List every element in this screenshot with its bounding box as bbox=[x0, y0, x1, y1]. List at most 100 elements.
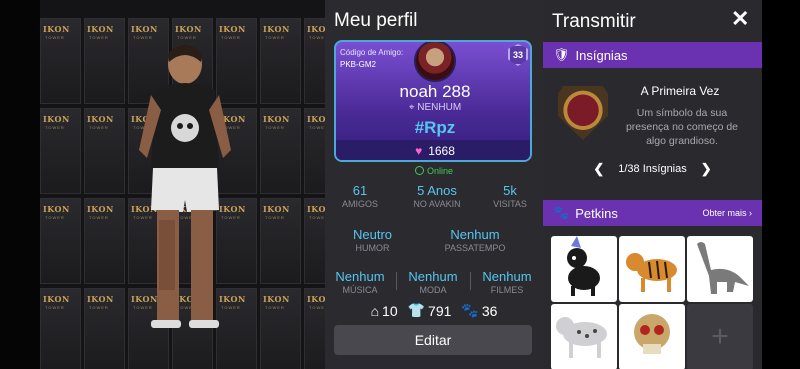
poster-brand: IKON bbox=[219, 24, 246, 34]
homes-count[interactable]: ⌂ 10 bbox=[371, 303, 398, 319]
fav-fashion: Nenhum MODA bbox=[403, 269, 463, 295]
friend-code-label: Código de Amigo: bbox=[340, 48, 404, 57]
poster-sub: TOWER bbox=[45, 215, 65, 220]
outfits-count[interactable]: 👕 791 bbox=[408, 302, 452, 319]
paw-icon: 🐾 bbox=[553, 205, 570, 220]
petkins-header-label: Petkins bbox=[575, 205, 618, 221]
badges-header-label: Insígnias bbox=[575, 47, 628, 63]
heart-icon: ♥ bbox=[415, 144, 423, 158]
divider bbox=[470, 272, 471, 290]
ikon-poster: IKONTOWER bbox=[40, 18, 81, 104]
ikon-poster: IKONTOWER bbox=[304, 198, 325, 284]
inventory-counts: ⌂ 10 👕 791 🐾 36 bbox=[325, 302, 543, 319]
poster-sub: TOWER bbox=[265, 215, 285, 220]
poster-sub: TOWER bbox=[89, 125, 109, 130]
ikon-poster: IKONTOWER bbox=[40, 108, 81, 194]
pet-tiger[interactable] bbox=[619, 236, 685, 302]
ikon-poster: IKONTOWER bbox=[84, 198, 125, 284]
dinosaur-icon bbox=[697, 242, 749, 294]
profile-photo[interactable] bbox=[414, 42, 456, 82]
stat-years-label: NO AVAKIN bbox=[413, 199, 461, 209]
online-status: Online bbox=[325, 166, 543, 176]
screen-edge bbox=[762, 0, 800, 369]
scene-edge bbox=[0, 0, 40, 369]
stat-friends[interactable]: 61 AMIGOS bbox=[330, 183, 390, 209]
poster-brand: IKON bbox=[43, 204, 70, 214]
poster-brand: IKON bbox=[263, 294, 290, 304]
snow-leopard-icon bbox=[556, 317, 607, 358]
poster-brand: IKON bbox=[307, 294, 325, 304]
poster-brand: IKON bbox=[87, 114, 114, 124]
poster-sub: TOWER bbox=[89, 215, 109, 220]
pet-skull[interactable] bbox=[619, 304, 685, 369]
stat-visits: 5k VISITAS bbox=[482, 183, 538, 209]
broadcast-title: Transmitir bbox=[552, 11, 636, 32]
paw-icon: 🐾 bbox=[461, 302, 479, 318]
poster-brand: IKON bbox=[87, 294, 114, 304]
ikon-poster: IKONTOWER bbox=[260, 198, 301, 284]
poster-brand: IKON bbox=[263, 114, 290, 124]
ikon-poster: IKONTOWER bbox=[84, 18, 125, 104]
poster-brand: IKON bbox=[307, 24, 325, 34]
mood-hobby: Nenhum PASSATEMPO bbox=[435, 227, 515, 253]
close-icon[interactable]: ✕ bbox=[731, 6, 749, 32]
fav-movies: Nenhum FILMES bbox=[477, 269, 537, 295]
hobby-value: Nenhum bbox=[450, 227, 500, 242]
pet-snow-leopard[interactable] bbox=[551, 304, 617, 369]
stat-visits-value: 5k bbox=[503, 183, 517, 198]
screen: IKON TOWER IKON TOWER IKON TOWER IKON TOWER IKON… bbox=[0, 0, 800, 369]
black-cat-icon bbox=[567, 236, 600, 296]
humor-label: HUMOR bbox=[355, 243, 390, 253]
pet-black-cat[interactable] bbox=[551, 236, 617, 302]
chevron-right-icon[interactable]: ❯ bbox=[701, 161, 712, 177]
avatar-figure[interactable] bbox=[135, 40, 235, 350]
music-value: Nenhum bbox=[335, 269, 385, 284]
hobby-label: PASSATEMPO bbox=[444, 243, 506, 253]
clock-icon bbox=[414, 166, 424, 175]
badge-pager-text: 1/38 Insígnias bbox=[618, 163, 687, 175]
poster-sub: TOWER bbox=[89, 35, 109, 40]
ikon-poster: IKONTOWER bbox=[84, 108, 125, 194]
skull-pet-icon bbox=[634, 314, 670, 354]
ikon-poster: IKONTOWER bbox=[260, 18, 301, 104]
house-icon: ⌂ bbox=[370, 302, 380, 319]
location-text: NENHUM bbox=[417, 102, 462, 113]
profile-location: ⌖ NENHUM bbox=[336, 102, 530, 113]
poster-brand: IKON bbox=[263, 204, 290, 214]
chevron-left-icon[interactable]: ❮ bbox=[593, 161, 604, 177]
plus-icon: + bbox=[711, 320, 729, 353]
badge-title: A Primeira Vez bbox=[640, 84, 720, 98]
stat-friends-value: 61 bbox=[352, 183, 368, 198]
pets-count[interactable]: 🐾 36 bbox=[461, 302, 497, 319]
ikon-poster: IKONTOWER bbox=[260, 288, 301, 369]
ikon-poster: IKONTOWER bbox=[304, 288, 325, 369]
ikon-poster: IKONTOWER bbox=[40, 198, 81, 284]
profile-name: noah 288 bbox=[399, 82, 471, 101]
poster-sub: TOWER bbox=[45, 35, 65, 40]
badge-description: Um símbolo da sua presença no começo de … bbox=[625, 107, 739, 147]
ikon-poster: IKONTOWER bbox=[40, 288, 81, 369]
homes-value: 10 bbox=[382, 302, 398, 319]
online-text: Online bbox=[426, 166, 453, 176]
stat-years-value: 5 Anos bbox=[417, 183, 457, 198]
edit-button[interactable]: Editar bbox=[334, 325, 532, 355]
pet-dinosaur[interactable] bbox=[687, 236, 753, 302]
tiger-icon bbox=[626, 253, 677, 292]
stat-visits-label: VISITAS bbox=[493, 199, 527, 209]
badge-pager: ❮ 1/38 Insígnias ❯ bbox=[543, 161, 762, 177]
humor-value: Neutro bbox=[352, 227, 393, 242]
poster-sub: TOWER bbox=[309, 125, 325, 130]
likes-bar: ♥ 1668 bbox=[336, 140, 530, 160]
avatar-scene[interactable]: IKON TOWER IKON TOWER IKON TOWER IKON TOWER IKON… bbox=[0, 0, 325, 369]
get-more-link[interactable]: Obter mais › bbox=[702, 208, 752, 218]
shield-icon: 🛡 bbox=[553, 47, 570, 62]
poster-brand: IKON bbox=[87, 24, 114, 34]
poster-brand: IKON bbox=[263, 24, 290, 34]
mood-humor: Neutro HUMOR bbox=[335, 227, 410, 253]
friend-code[interactable]: PKB-GM2 bbox=[340, 60, 376, 69]
add-pet-button[interactable]: + bbox=[687, 304, 753, 369]
location-pin-icon: ⌖ bbox=[408, 102, 415, 113]
stat-friends-label: AMIGOS bbox=[341, 199, 378, 209]
poster-brand: IKON bbox=[131, 24, 158, 34]
poster-brand: IKON bbox=[43, 24, 70, 34]
